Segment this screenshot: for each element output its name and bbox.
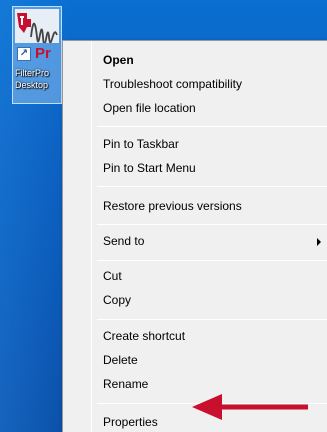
menu-separator [97, 186, 327, 187]
menu-item-label: Troubleshoot compatibility [103, 77, 242, 91]
menu-item-label: Send to [103, 234, 145, 248]
menu-item-label: Copy [103, 293, 132, 307]
menu-item-label: Open file location [103, 101, 196, 115]
menu-item-label: Restore previous versions [103, 199, 242, 213]
menu-item-restore-previous-versions[interactable]: Restore previous versions [65, 195, 327, 217]
menu-item-open[interactable]: Open [65, 49, 327, 71]
menu-item-label: Create shortcut [103, 329, 186, 343]
submenu-arrow-icon [317, 238, 321, 246]
menu-item-pin-to-taskbar[interactable]: Pin to Taskbar [65, 133, 327, 155]
menu-item-copy[interactable]: Copy [65, 289, 327, 311]
red-pointer-arrow-icon [192, 394, 308, 420]
menu-separator [97, 224, 327, 225]
menu-item-label: Open [103, 53, 134, 67]
menu-separator [97, 319, 327, 320]
menu-item-label: Rename [103, 377, 149, 391]
menu-item-create-shortcut[interactable]: Create shortcut [65, 325, 327, 347]
menu-separator [97, 126, 327, 127]
menu-item-open-file-location[interactable]: Open file location [65, 97, 327, 119]
menu-item-label: Cut [103, 269, 122, 283]
menu-item-cut[interactable]: Cut [65, 265, 327, 287]
menu-item-pin-to-start-menu[interactable]: Pin to Start Menu [65, 157, 327, 179]
desktop-shortcut-icon[interactable]: ↗ Pr FilterPro Desktop [12, 6, 62, 104]
ti-logo-waveform-icon [15, 9, 59, 43]
icon-label-line2: Desktop [15, 80, 49, 90]
context-menu: Open Troubleshoot compatibility Open fil… [62, 40, 327, 432]
menu-item-label: Delete [103, 353, 138, 367]
menu-item-send-to[interactable]: Send to [65, 230, 327, 252]
menu-item-label: Pin to Start Menu [103, 161, 196, 175]
menu-item-label: Properties [103, 415, 158, 429]
menu-item-label: Pin to Taskbar [103, 137, 179, 151]
icon-short-text: Pr [35, 45, 51, 62]
menu-item-troubleshoot-compatibility[interactable]: Troubleshoot compatibility [65, 73, 327, 95]
menu-item-delete[interactable]: Delete [65, 349, 327, 371]
desktop-icon-label: FilterPro Desktop [15, 67, 61, 91]
shortcut-arrow-icon: ↗ [17, 47, 31, 61]
icon-label-line1: FilterPro [15, 68, 50, 78]
menu-separator [97, 260, 327, 261]
